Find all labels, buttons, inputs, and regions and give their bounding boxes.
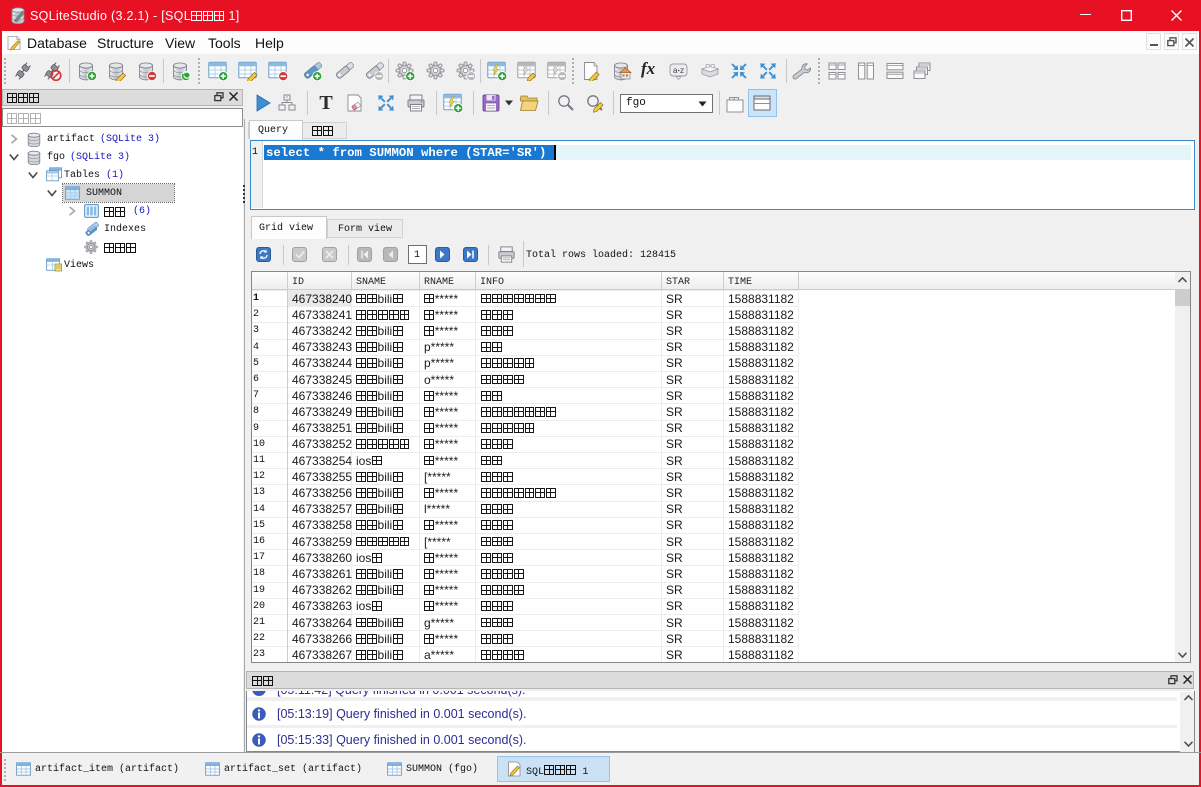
svg-text:a: a	[673, 66, 678, 75]
svg-text:z: z	[680, 66, 684, 75]
